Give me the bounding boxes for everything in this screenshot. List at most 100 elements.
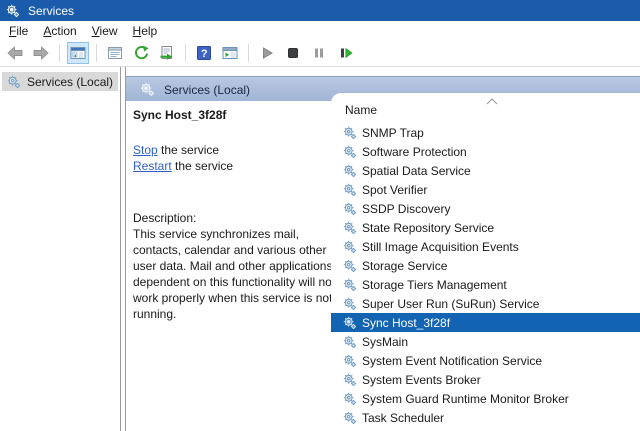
service-gear-icon [343, 335, 357, 349]
service-name: System Events Broker [362, 373, 481, 387]
services-node-icon [7, 75, 21, 89]
description-label: Description: [133, 210, 342, 226]
extended-view-panel: Sync Host_3f28f Stop the service Restart… [126, 101, 342, 431]
menu-view[interactable]: View [92, 24, 118, 38]
toolbar: ? [0, 40, 640, 67]
console-tree-icon [70, 45, 86, 61]
pause-service-icon [311, 45, 327, 61]
service-name: Task Scheduler [362, 411, 444, 425]
service-gear-icon [343, 411, 357, 425]
service-row[interactable]: Task Scheduler [331, 408, 640, 427]
services-window: Services File Action View Help ? [0, 0, 640, 431]
help-icon: ? [196, 45, 212, 61]
toolbar-separator [185, 44, 186, 62]
service-gear-icon [343, 221, 357, 235]
pause-service-button[interactable] [308, 42, 330, 64]
services-app-icon [6, 4, 20, 18]
stop-service-button[interactable] [282, 42, 304, 64]
help-button[interactable]: ? [193, 42, 215, 64]
export-list-button[interactable] [156, 42, 178, 64]
service-gear-icon [343, 164, 357, 178]
action-pane-icon [222, 45, 238, 61]
pane-header-gear-icon [140, 82, 155, 97]
toolbar-separator [248, 44, 249, 62]
menubar: File Action View Help [0, 21, 640, 41]
service-gear-icon [343, 259, 357, 273]
service-gear-icon [343, 316, 357, 330]
service-gear-icon [343, 278, 357, 292]
service-name: Spot Verifier [362, 183, 427, 197]
service-name: SysMain [362, 335, 408, 349]
menu-file[interactable]: File [9, 24, 28, 38]
name-column-header[interactable]: Name [345, 103, 377, 117]
service-row[interactable]: Sync Host_3f28f [331, 313, 640, 332]
service-row[interactable]: Storage Service [331, 256, 640, 275]
properties-button[interactable] [104, 42, 126, 64]
restart-service-link[interactable]: Restart [133, 159, 172, 173]
properties-icon [107, 45, 123, 61]
service-row[interactable]: Spatial Data Service [331, 161, 640, 180]
service-name: SSDP Discovery [362, 202, 450, 216]
description-text: This service synchronizes mail, contacts… [133, 226, 341, 322]
menu-help[interactable]: Help [133, 24, 158, 38]
toolbar-separator [96, 44, 97, 62]
refresh-icon [133, 45, 149, 61]
restart-service-icon [337, 45, 353, 61]
restart-line-text: the service [172, 159, 233, 173]
service-name: Spatial Data Service [362, 164, 471, 178]
service-name: Super User Run (SuRun) Service [362, 297, 539, 311]
stop-line-text: the service [158, 143, 219, 157]
service-list: SNMP Trap Software Protection Spatial Da… [331, 123, 640, 431]
service-row[interactable]: SysMain [331, 332, 640, 351]
service-gear-icon [343, 145, 357, 159]
stop-service-link[interactable]: Stop [133, 143, 158, 157]
restart-line: Restart the service [133, 158, 342, 174]
service-gear-icon [343, 240, 357, 254]
service-row[interactable]: Software Protection [331, 142, 640, 161]
service-row[interactable]: System Event Notification Service [331, 351, 640, 370]
svg-text:?: ? [201, 48, 208, 60]
forward-button[interactable] [30, 42, 52, 64]
tree-item-services-local[interactable]: Services (Local) [2, 72, 118, 91]
service-gear-icon [343, 183, 357, 197]
toolbar-separator [59, 44, 60, 62]
service-row[interactable]: System Guard Runtime Monitor Broker [331, 389, 640, 408]
service-row[interactable]: Still Image Acquisition Events [331, 237, 640, 256]
service-row[interactable]: SNMP Trap [331, 123, 640, 142]
back-button[interactable] [4, 42, 26, 64]
menu-action[interactable]: Action [43, 24, 76, 38]
service-name: Sync Host_3f28f [362, 316, 450, 330]
stop-service-icon [285, 45, 301, 61]
service-gear-icon [343, 392, 357, 406]
service-name: Still Image Acquisition Events [362, 240, 519, 254]
selected-service-title: Sync Host_3f28f [133, 108, 342, 122]
tree-item-label: Services (Local) [27, 75, 113, 89]
service-row[interactable]: Storage Tiers Management [331, 275, 640, 294]
restart-service-button[interactable] [334, 42, 356, 64]
service-name: System Event Notification Service [362, 354, 542, 368]
service-row[interactable]: System Events Broker [331, 370, 640, 389]
refresh-button[interactable] [130, 42, 152, 64]
show-console-tree-button[interactable] [67, 42, 89, 64]
export-list-icon [159, 45, 175, 61]
service-name: SNMP Trap [362, 126, 424, 140]
service-gear-icon [343, 373, 357, 387]
service-name: State Repository Service [362, 221, 494, 235]
window-title: Services [28, 4, 74, 18]
service-row[interactable]: State Repository Service [331, 218, 640, 237]
service-gear-icon [343, 126, 357, 140]
service-row[interactable]: Super User Run (SuRun) Service [331, 294, 640, 313]
show-action-pane-button[interactable] [219, 42, 241, 64]
service-row[interactable]: Spot Verifier [331, 180, 640, 199]
services-local-pane: Services (Local) Sync Host_3f28f Stop th… [125, 67, 640, 431]
service-row[interactable]: SSDP Discovery [331, 199, 640, 218]
pane-header-title: Services (Local) [164, 83, 250, 97]
service-name: Storage Service [362, 259, 447, 273]
service-gear-icon [343, 297, 357, 311]
service-gear-icon [343, 354, 357, 368]
start-service-button[interactable] [256, 42, 278, 64]
console-tree-pane: Services (Local) [0, 67, 121, 431]
stop-line: Stop the service [133, 142, 342, 158]
titlebar[interactable]: Services [0, 0, 640, 21]
service-list-panel: Name SNMP Trap Software Protection Spati… [331, 93, 640, 431]
